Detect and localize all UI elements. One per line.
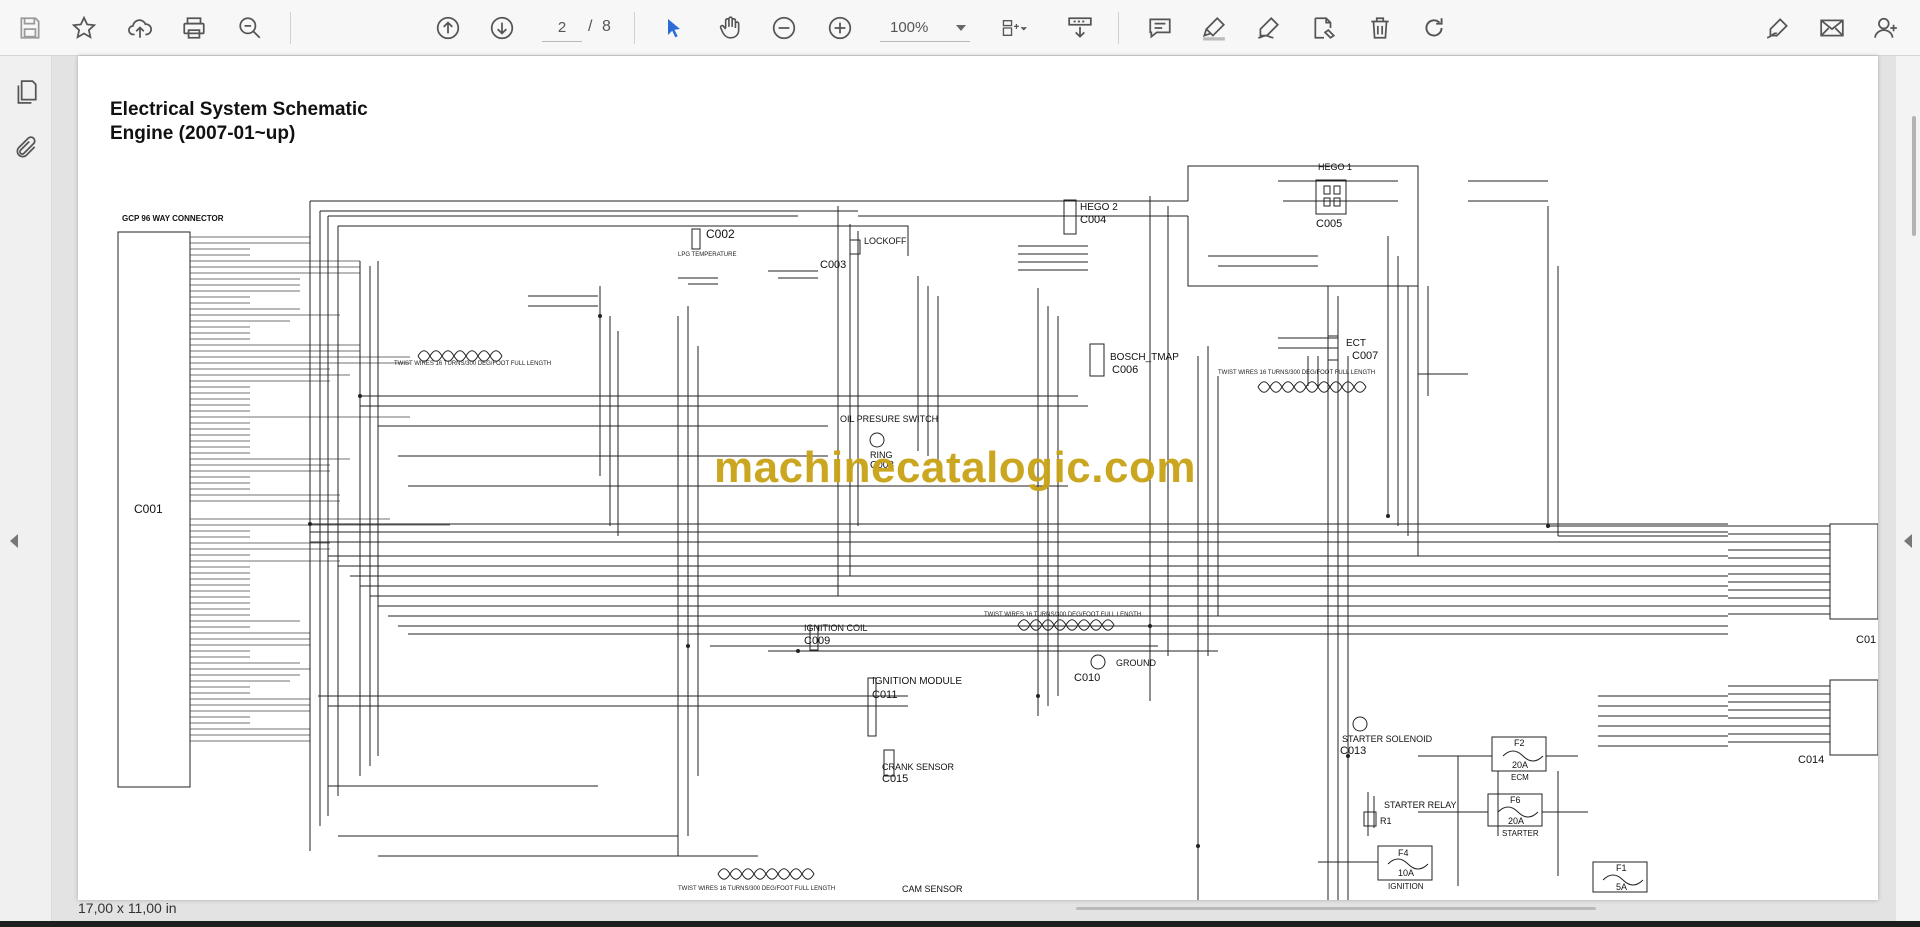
r1-label: R1 bbox=[1380, 816, 1392, 826]
c006-label: C006 bbox=[1112, 364, 1139, 376]
ignition-coil-label: IGNITION COIL bbox=[804, 623, 868, 633]
next-page-icon[interactable] bbox=[484, 10, 520, 46]
left-sidebar bbox=[0, 56, 52, 923]
delete-icon[interactable] bbox=[1362, 10, 1398, 46]
c001-label: C001 bbox=[134, 502, 163, 516]
fuse-f4-amp-label: 10A bbox=[1398, 868, 1415, 878]
watermark-text: machinecatalogic.com bbox=[714, 443, 1196, 492]
fuse-f4-label: F4 bbox=[1398, 848, 1409, 858]
c005-label: C005 bbox=[1316, 218, 1343, 230]
fuse-f1-label: F1 bbox=[1616, 863, 1627, 873]
cam-sensor-label: CAM SENSOR bbox=[902, 884, 963, 894]
zoom-plus-icon[interactable] bbox=[822, 10, 858, 46]
oil-pressure-switch-label: OIL PRESURE SWITCH bbox=[840, 414, 939, 424]
taskbar-strip bbox=[0, 921, 1920, 927]
fill-sign-icon[interactable] bbox=[1760, 10, 1796, 46]
twist-label-2: TWIST WIRES 16 TURNS/300 DEG/FOOT FULL L… bbox=[1218, 370, 1376, 376]
gcp-connector-label: GCP 96 WAY CONNECTOR bbox=[122, 214, 224, 223]
fit-page-icon[interactable] bbox=[990, 10, 1038, 46]
add-user-icon[interactable] bbox=[1868, 10, 1904, 46]
ignition-label: IGNITION bbox=[1388, 882, 1424, 891]
scroll-mode-icon[interactable] bbox=[1062, 10, 1098, 46]
cloud-upload-icon[interactable] bbox=[122, 10, 158, 46]
rotate-icon[interactable] bbox=[1416, 10, 1452, 46]
c013-label: C013 bbox=[1340, 745, 1367, 757]
fuse-f6-amp-label: 20A bbox=[1508, 816, 1525, 826]
starter-relay-label: STARTER RELAY bbox=[1384, 800, 1457, 810]
crank-sensor-label: CRANK SENSOR bbox=[882, 762, 955, 772]
fuse-f6-label: F6 bbox=[1510, 795, 1521, 805]
previous-page-icon[interactable] bbox=[430, 10, 466, 46]
c01x-label: C01 bbox=[1856, 634, 1877, 646]
zoom-minus-icon[interactable] bbox=[766, 10, 802, 46]
hego2-label: HEGO 2 bbox=[1080, 202, 1118, 213]
c015-label: C015 bbox=[882, 773, 909, 785]
pdf-page: Electrical System Schematic Engine (2007… bbox=[78, 56, 1878, 900]
bookmark-star-icon[interactable] bbox=[66, 10, 102, 46]
starter-solenoid-label: STARTER SOLENOID bbox=[1342, 734, 1433, 744]
collapse-right-icon[interactable] bbox=[1904, 534, 1912, 548]
scrollbar-thumb[interactable] bbox=[1912, 116, 1916, 236]
print-icon[interactable] bbox=[176, 10, 212, 46]
fuse-f2-label: F2 bbox=[1514, 738, 1525, 748]
twist-label-3: TWIST WIRES 16 TURNS/300 DEG/FOOT FULL L… bbox=[984, 612, 1142, 618]
horizontal-scrollbar[interactable] bbox=[1076, 907, 1596, 910]
fuse-f1-amp-label: 5A bbox=[1616, 882, 1628, 892]
main-toolbar: / 8 100% bbox=[0, 0, 1920, 56]
comment-icon[interactable] bbox=[1142, 10, 1178, 46]
c007-label: C007 bbox=[1352, 350, 1379, 362]
c014-label: C014 bbox=[1798, 754, 1825, 766]
c002-label: C002 bbox=[706, 227, 735, 241]
attachment-icon[interactable] bbox=[8, 130, 44, 166]
highlight-icon[interactable] bbox=[1196, 10, 1232, 46]
vertical-scrollbar[interactable] bbox=[1896, 56, 1920, 923]
ground-label: GROUND bbox=[1116, 658, 1156, 668]
page-separator: / bbox=[588, 18, 593, 35]
lpg-temperature-label: LPG TEMPERATURE bbox=[678, 252, 737, 258]
email-icon[interactable] bbox=[1814, 10, 1850, 46]
stamp-icon[interactable] bbox=[1306, 10, 1342, 46]
zoom-out-search-icon[interactable] bbox=[232, 10, 268, 46]
c011-label: C011 bbox=[872, 689, 898, 701]
twist-label-4: TWIST WIRES 16 TURNS/300 DEG/FOOT FULL L… bbox=[678, 886, 836, 892]
page-total: 8 bbox=[602, 18, 611, 35]
ecm-label: ECM bbox=[1511, 773, 1529, 782]
lockoff-label: LOCKOFF bbox=[864, 236, 907, 246]
twist-label-1: TWIST WIRES 16 TURNS/300 DEG/FOOT FULL L… bbox=[394, 361, 552, 367]
c010-label: C010 bbox=[1074, 672, 1101, 684]
select-cursor-icon[interactable] bbox=[656, 10, 692, 46]
c003-label: C003 bbox=[820, 259, 847, 271]
bosch-tmap-label: BOSCH_TMAP bbox=[1110, 352, 1179, 363]
starter-label: STARTER bbox=[1502, 829, 1539, 838]
c004-label: C004 bbox=[1080, 214, 1107, 226]
chevron-down-icon bbox=[956, 24, 966, 31]
pages-panel-icon[interactable] bbox=[8, 74, 44, 110]
page-number-input[interactable] bbox=[542, 14, 582, 42]
zoom-select[interactable]: 100% bbox=[880, 14, 970, 42]
zoom-value: 100% bbox=[890, 19, 929, 36]
document-viewport[interactable]: Electrical System Schematic Engine (2007… bbox=[52, 56, 1896, 923]
save-icon[interactable] bbox=[12, 10, 48, 46]
draw-icon[interactable] bbox=[1250, 10, 1286, 46]
c009-label: C009 bbox=[804, 635, 831, 647]
collapse-left-icon[interactable] bbox=[10, 534, 18, 548]
page-size-indicator: 17,00 x 11,00 in bbox=[78, 900, 177, 916]
ect-label: ECT bbox=[1346, 338, 1366, 349]
fuse-f2-amp-label: 20A bbox=[1512, 760, 1529, 770]
hand-tool-icon[interactable] bbox=[712, 10, 748, 46]
hego1-label: HEGO 1 bbox=[1318, 162, 1353, 172]
ignition-module-label: IGNITION MODULE bbox=[872, 676, 963, 687]
